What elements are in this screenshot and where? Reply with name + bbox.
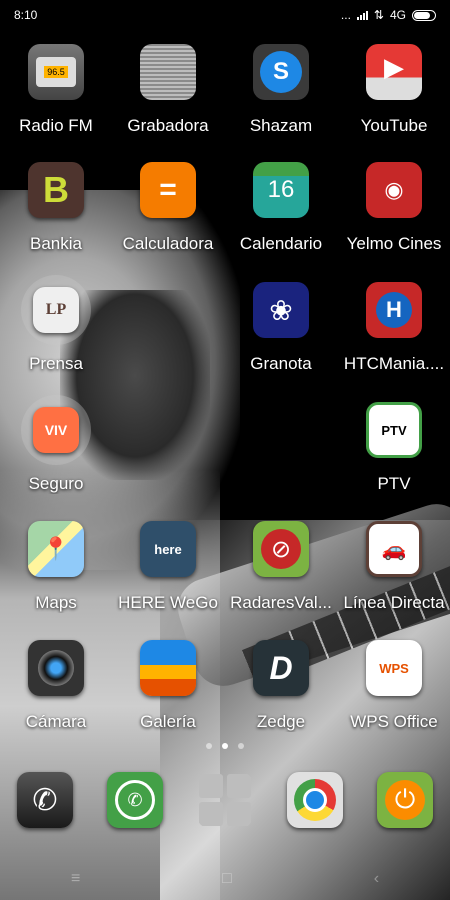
app-label: Seguro [28, 474, 84, 493]
app-camara[interactable]: Cámara [0, 640, 112, 732]
app-here-wego[interactable]: here HERE WeGo [112, 521, 224, 613]
app-label: YouTube [360, 116, 428, 135]
radio-icon: 96.5 [28, 44, 84, 100]
youtube-icon: ▶ [366, 44, 422, 100]
app-linea-directa[interactable]: 🚗 Línea Directa [338, 521, 450, 613]
data-transfer-icon: ⇅ [373, 8, 384, 22]
network-type: 4G [389, 8, 406, 22]
menu-button[interactable]: ≡ [71, 870, 80, 888]
signal-icon [356, 10, 368, 20]
app-label: Granota [250, 354, 312, 373]
app-shazam[interactable]: S Shazam [225, 44, 337, 136]
app-label: Maps [35, 593, 77, 612]
calendar-icon: 16 [253, 162, 309, 218]
app-label: Yelmo Cines [346, 234, 442, 253]
app-calculadora[interactable]: = Calculadora [112, 162, 224, 254]
frog-icon: ❀ [253, 282, 309, 338]
back-button[interactable]: ‹ [374, 870, 379, 888]
app-granota[interactable]: ❀ Granota [225, 282, 337, 374]
app-label: Shazam [249, 116, 313, 135]
app-calendario[interactable]: 16 Calendario [225, 162, 337, 254]
app-label: Calendario [239, 234, 323, 253]
page-dot-active[interactable] [222, 743, 228, 749]
folder-prensa[interactable]: LP Prensa [0, 275, 112, 374]
app-label: Galería [140, 712, 196, 731]
camera-icon [28, 640, 84, 696]
app-label: Bankia [30, 234, 82, 253]
app-youtube[interactable]: ▶ YouTube [338, 44, 450, 136]
status-icons: ... ⇅ 4G [341, 8, 436, 22]
folder-seguro[interactable]: VIV Seguro [0, 395, 112, 494]
app-radaresval[interactable]: ⊘ RadaresVal... [225, 521, 337, 613]
maps-icon: 📍 [28, 521, 84, 577]
microphone-icon [140, 44, 196, 100]
folder-icon: LP [33, 287, 79, 333]
app-yelmo-cines[interactable]: ◉ Yelmo Cines [338, 162, 450, 254]
app-zedge[interactable]: D Zedge [225, 640, 337, 732]
app-label: Cámara [25, 712, 87, 731]
app-wps-office[interactable]: WPS WPS Office [338, 640, 450, 732]
page-dot[interactable] [238, 743, 244, 749]
app-maps[interactable]: 📍 Maps [0, 521, 112, 613]
linea-directa-icon: 🚗 [366, 521, 422, 577]
app-label: RadaresVal... [230, 593, 332, 612]
ptv-telecom-icon: PTV [366, 402, 422, 458]
status-time: 8:10 [14, 8, 38, 22]
app-label: Prensa [29, 354, 83, 373]
app-ptv[interactable]: PTV PTV [338, 402, 450, 494]
bankia-icon: B [28, 162, 84, 218]
gallery-icon [140, 640, 196, 696]
app-grabadora[interactable]: Grabadora [112, 44, 224, 136]
app-label: Línea Directa [343, 593, 445, 612]
here-wego-icon: here [140, 521, 196, 577]
app-label: Calculadora [122, 234, 214, 253]
app-label: HERE WeGo [118, 593, 218, 612]
page-indicator[interactable] [0, 743, 450, 749]
power-icon[interactable]: ⏻ [377, 772, 433, 828]
htcmania-icon: H [366, 282, 422, 338]
dock: ✆ ✆ ⏻ [0, 772, 450, 832]
calculator-icon: = [140, 162, 196, 218]
shazam-icon: S [253, 44, 309, 100]
folder-icon: VIV [33, 407, 79, 453]
app-label: HTCMania.... [343, 354, 445, 373]
app-label: Grabadora [127, 116, 209, 135]
app-label: Radio FM [19, 116, 93, 135]
app-htcmania[interactable]: H HTCMania.... [338, 282, 450, 374]
app-label: WPS Office [350, 712, 438, 731]
radar-icon: ⊘ [253, 521, 309, 577]
navigation-bar: ≡ □ ‹ [0, 870, 450, 888]
app-radio-fm[interactable]: 96.5 Radio FM [0, 44, 112, 136]
whatsapp-icon[interactable]: ✆ [107, 772, 163, 828]
app-label: Zedge [256, 712, 306, 731]
apps-drawer-icon[interactable] [197, 772, 253, 828]
app-galeria[interactable]: Galería [112, 640, 224, 732]
battery-fill [414, 11, 430, 19]
app-label: PTV [377, 474, 411, 493]
notification-dots: ... [340, 8, 351, 22]
page-dot[interactable] [206, 743, 212, 749]
wps-office-icon: WPS [366, 640, 422, 696]
home-button[interactable]: □ [222, 870, 232, 888]
app-bankia[interactable]: B Bankia [0, 162, 112, 254]
zedge-icon: D [253, 640, 309, 696]
phone-icon[interactable]: ✆ [17, 772, 73, 828]
battery-icon [412, 9, 436, 21]
status-bar: 8:10 ... ⇅ 4G [0, 0, 450, 30]
chrome-icon[interactable] [287, 772, 343, 828]
yelmo-cines-icon: ◉ [366, 162, 422, 218]
